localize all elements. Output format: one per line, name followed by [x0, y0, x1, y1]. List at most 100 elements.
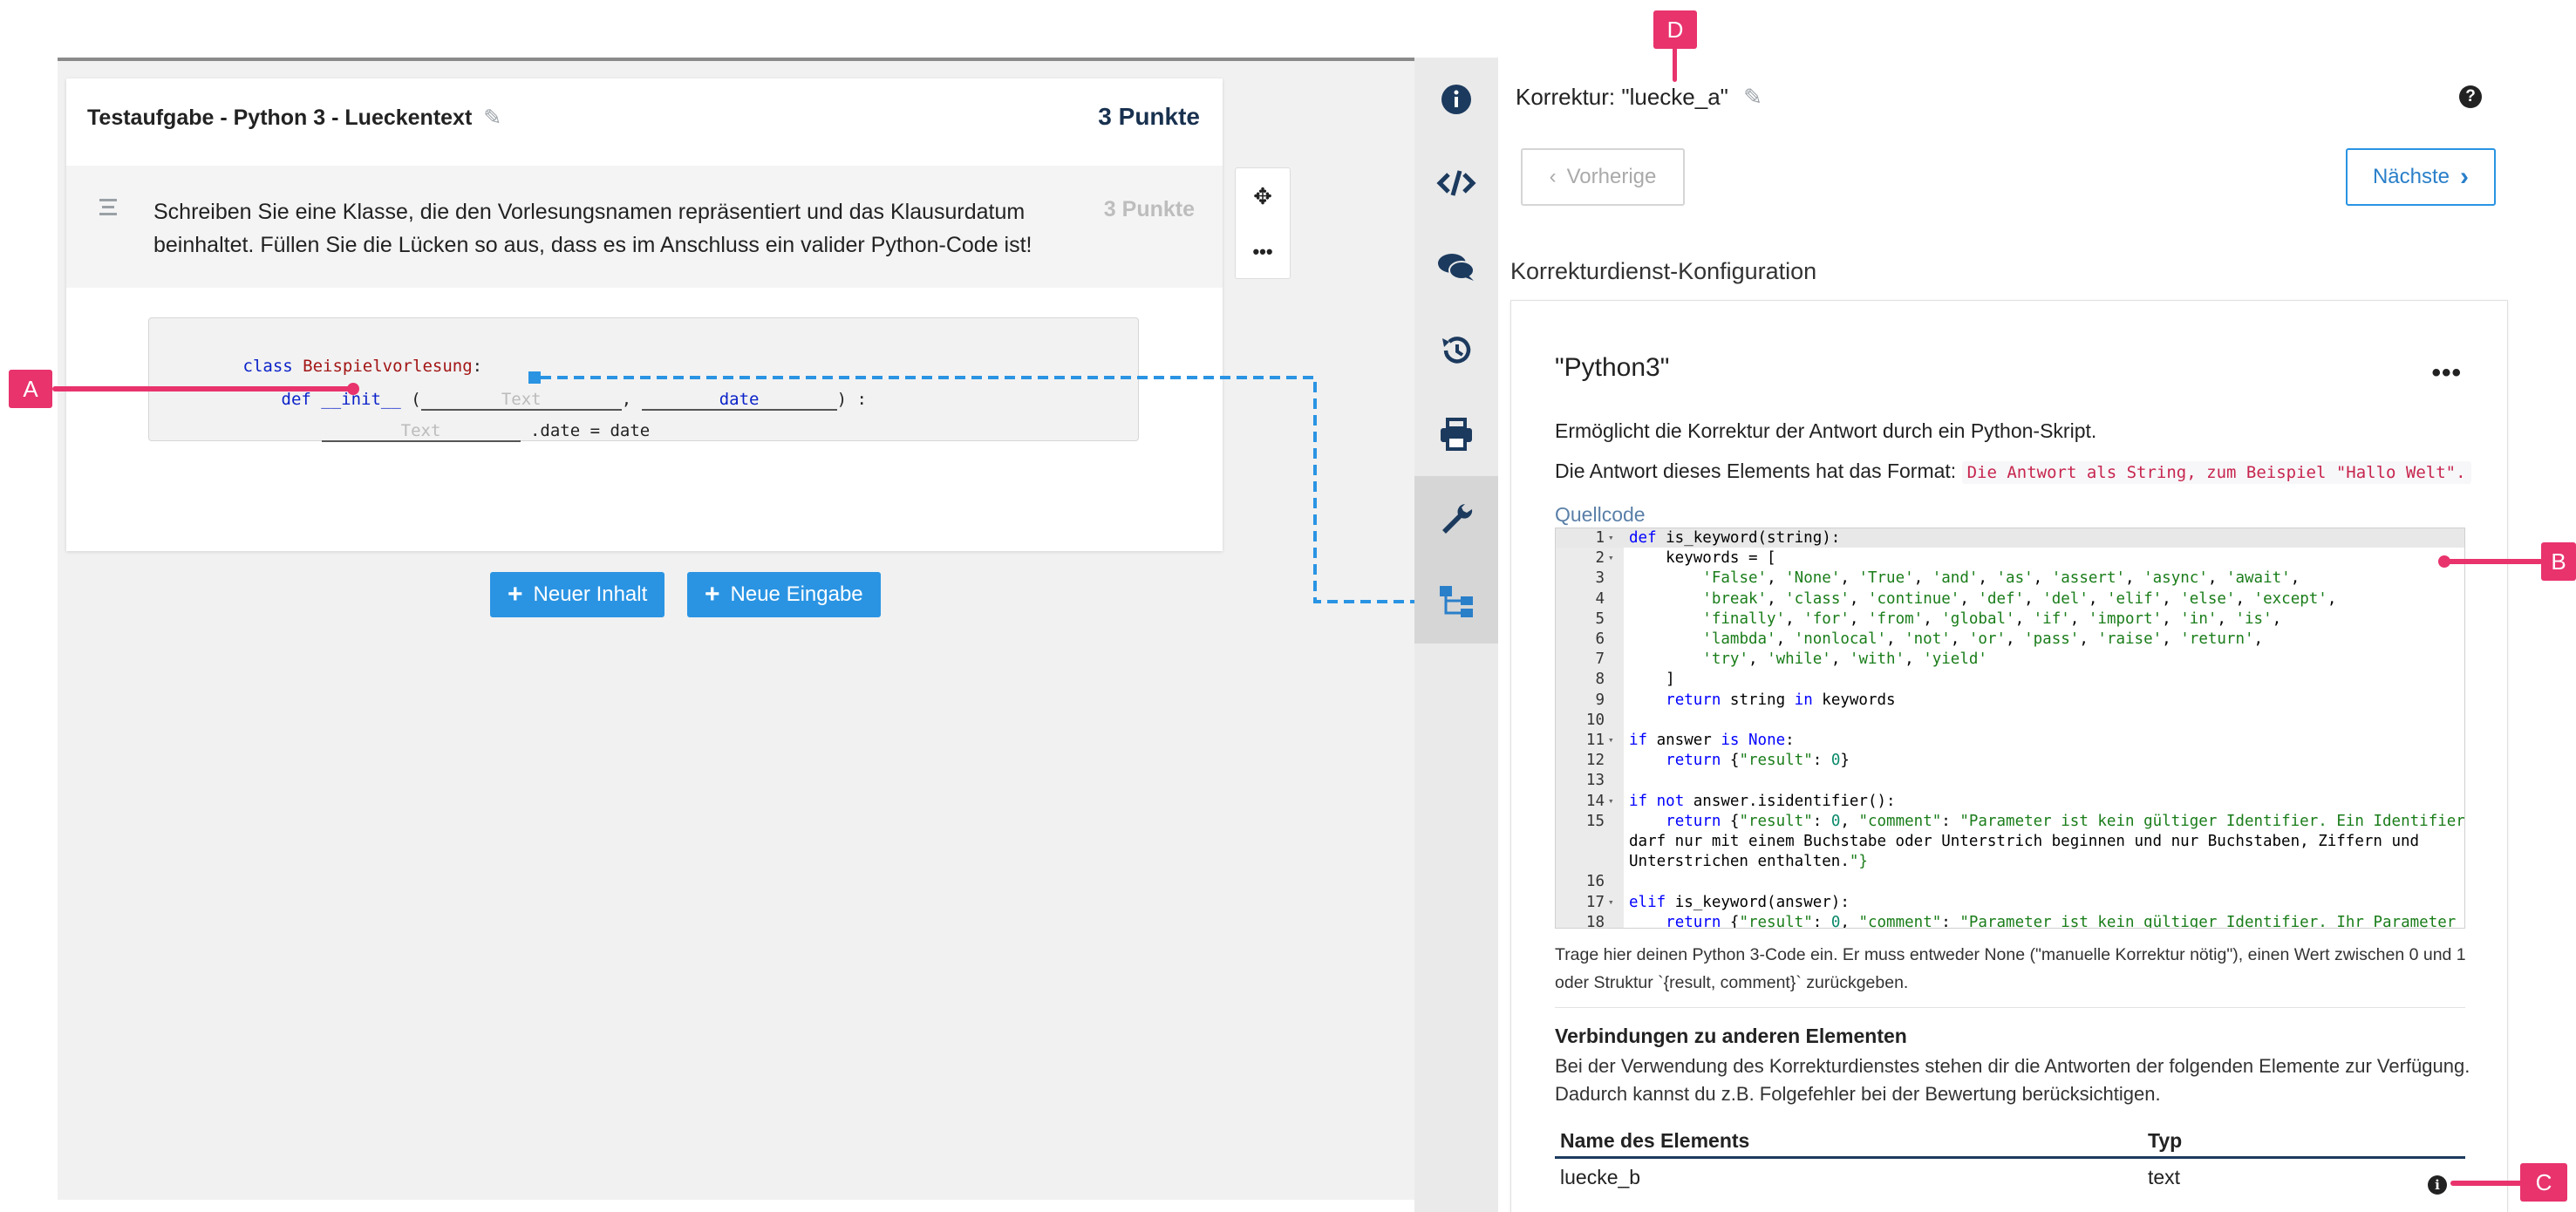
callout-a-line [52, 386, 352, 392]
connections-table-header: Name des Elements Typ [1555, 1124, 2465, 1159]
fold-toggle-icon[interactable]: ▾ [1608, 731, 1614, 750]
section-title: Korrekturdienst-Konfiguration [1510, 258, 1817, 284]
previous-label: Vorherige [1566, 165, 1657, 188]
editor-line: 1 ▾ def is_keyword(string): [1556, 528, 2464, 548]
fold-toggle-icon[interactable]: ▾ [1608, 893, 1614, 912]
editor-line: 8 ] [1556, 670, 2464, 689]
line-source: if answer is None: [1629, 732, 1795, 749]
wrench-icon[interactable] [1414, 476, 1498, 560]
source-label: Quellcode [1555, 503, 1646, 526]
line-source: return string in keywords [1666, 691, 1896, 709]
config-name: "Python3" [1555, 353, 1670, 382]
callout-c: C [2520, 1163, 2567, 1202]
pencil-icon[interactable]: ✎ [1743, 84, 1762, 110]
line-source: 'finally', 'for', 'from', 'global', 'if'… [1702, 609, 2282, 628]
editor-line: 16 [1556, 872, 2464, 891]
line-number: 14 [1585, 792, 1605, 810]
callout-b: B [2541, 542, 2576, 581]
line-source: Unterstrichen enthalten."} [1629, 853, 1868, 871]
editor-line: 6 'lambda', 'nonlocal', 'not', 'or', 'pa… [1556, 630, 2464, 649]
line-source: return {"result": 0, "comment": "Paramet… [1666, 812, 2465, 830]
info-icon[interactable]: i [2428, 1175, 2447, 1195]
callout-b-dot [2438, 555, 2450, 568]
line-number: 10 [1585, 711, 1605, 729]
config-card: "Python3" ••• Ermöglicht die Korrektur d… [1510, 300, 2508, 1212]
connections-description: Bei der Verwendung des Korrekturdienstes… [1555, 1055, 2470, 1105]
source-editor[interactable]: 1 ▾ def is_keyword(string): 2 ▾ keywords = [… [1555, 528, 2465, 929]
column-header-name: Name des Elements [1560, 1129, 1750, 1152]
fold-toggle-icon[interactable]: ▾ [1608, 528, 1614, 548]
editor-line: 10 [1556, 711, 2464, 730]
config-description: Ermöglicht die Korrektur der Antwort dur… [1555, 419, 2097, 442]
line-number: 5 [1595, 609, 1605, 628]
previous-button[interactable]: ‹ Vorherige [1521, 148, 1685, 206]
divider [1555, 1007, 2465, 1008]
column-header-type: Typ [2148, 1129, 2183, 1152]
editor-line: 4 'break', 'class', 'continue', 'def', '… [1556, 589, 2464, 609]
line-number: 16 [1585, 873, 1605, 891]
line-source: elif is_keyword(answer): [1629, 893, 1850, 911]
line-source: return {"result": 0} [1666, 752, 1850, 770]
comments-icon[interactable] [1414, 225, 1498, 309]
history-icon[interactable] [1414, 309, 1498, 392]
editor-line: 7 'try', 'while', 'with', 'yield' [1556, 650, 2464, 669]
callout-d-line [1673, 47, 1677, 82]
app-root: Testaufgabe - Python 3 - Lueckentext ✎ 3… [0, 0, 2576, 1212]
line-source: darf nur mit einem Buchstabe oder Unters… [1629, 833, 2420, 850]
callout-a: A [9, 370, 52, 408]
line-number: 6 [1595, 630, 1605, 648]
line-source: def is_keyword(string): [1629, 529, 1841, 547]
correction-title: Korrektur: "luecke_a" ✎ [1516, 84, 1762, 111]
line-number: 11 [1585, 732, 1605, 749]
format-value: Die Antwort als String, zum Beispiel "Ha… [1961, 461, 2471, 484]
next-button[interactable]: Nächste › [2346, 148, 2496, 206]
line-number: 1 [1595, 529, 1605, 547]
editor-line: darf nur mit einem Buchstabe oder Unters… [1556, 832, 2464, 851]
info-icon[interactable] [1414, 58, 1498, 141]
editor-line: Unterstrichen enthalten."} [1556, 852, 2464, 871]
line-number: 4 [1595, 589, 1605, 608]
editor-line: 14 ▾ if not answer.isidentifier(): [1556, 792, 2464, 811]
code-icon[interactable] [1414, 141, 1498, 225]
correction-title-text: Korrektur: "luecke_a" [1516, 84, 1728, 110]
fold-toggle-icon[interactable]: ▾ [1608, 548, 1614, 568]
line-number: 8 [1595, 671, 1605, 689]
line-number: 9 [1595, 691, 1605, 709]
line-source: return {"result": 0, "comment": "Paramet… [1666, 913, 2457, 929]
line-source: 'break', 'class', 'continue', 'def', 'de… [1702, 589, 2337, 608]
more-icon[interactable]: ••• [2431, 358, 2462, 388]
line-source: 'lambda', 'nonlocal', 'not', 'or', 'pass… [1702, 630, 2264, 648]
editor-line: 18 return {"result": 0, "comment": "Para… [1556, 913, 2464, 929]
source-hint: Trage hier deinen Python 3-Code ein. Er … [1555, 945, 2466, 992]
fold-toggle-icon[interactable]: ▾ [1608, 792, 1614, 811]
line-number: 17 [1585, 893, 1605, 911]
line-source: ] [1629, 671, 1675, 689]
line-number: 13 [1585, 772, 1605, 790]
editor-line: 13 [1556, 771, 2464, 790]
cell-element-type: text [2148, 1166, 2181, 1188]
callout-c-line [2450, 1181, 2524, 1186]
editor-line: 17 ▾ elif is_keyword(answer): [1556, 893, 2464, 912]
editor-line: 15 return {"result": 0, "comment": "Para… [1556, 812, 2464, 831]
editor-line: 2 ▾ keywords = [ [1556, 548, 2464, 568]
line-source: if not answer.isidentifier(): [1629, 792, 1896, 810]
print-icon[interactable] [1414, 392, 1498, 476]
editor-line: 5 'finally', 'for', 'from', 'global', 'i… [1556, 609, 2464, 629]
sitemap-icon[interactable] [1414, 560, 1498, 643]
editor-line: 12 return {"result": 0} [1556, 751, 2464, 770]
line-number: 7 [1595, 650, 1605, 669]
help-icon[interactable]: ? [2459, 85, 2482, 108]
line-number: 15 [1585, 812, 1605, 830]
next-label: Nächste [2372, 165, 2450, 188]
line-source: 'try', 'while', 'with', 'yield' [1702, 650, 1987, 669]
line-source: keywords = [ [1629, 549, 1776, 568]
callout-d: D [1653, 10, 1697, 49]
connections-title: Verbindungen zu anderen Elementen [1555, 1025, 1907, 1047]
editor-line: 3 'False', 'None', 'True', 'and', 'as', … [1556, 569, 2464, 588]
line-number: 3 [1595, 569, 1605, 588]
chevron-right-icon: › [2460, 162, 2470, 191]
chevron-left-icon: ‹ [1549, 165, 1557, 188]
callout-a-dot [347, 383, 359, 395]
table-row: luecke_b text [1555, 1161, 2465, 1201]
line-number: 2 [1595, 549, 1605, 568]
